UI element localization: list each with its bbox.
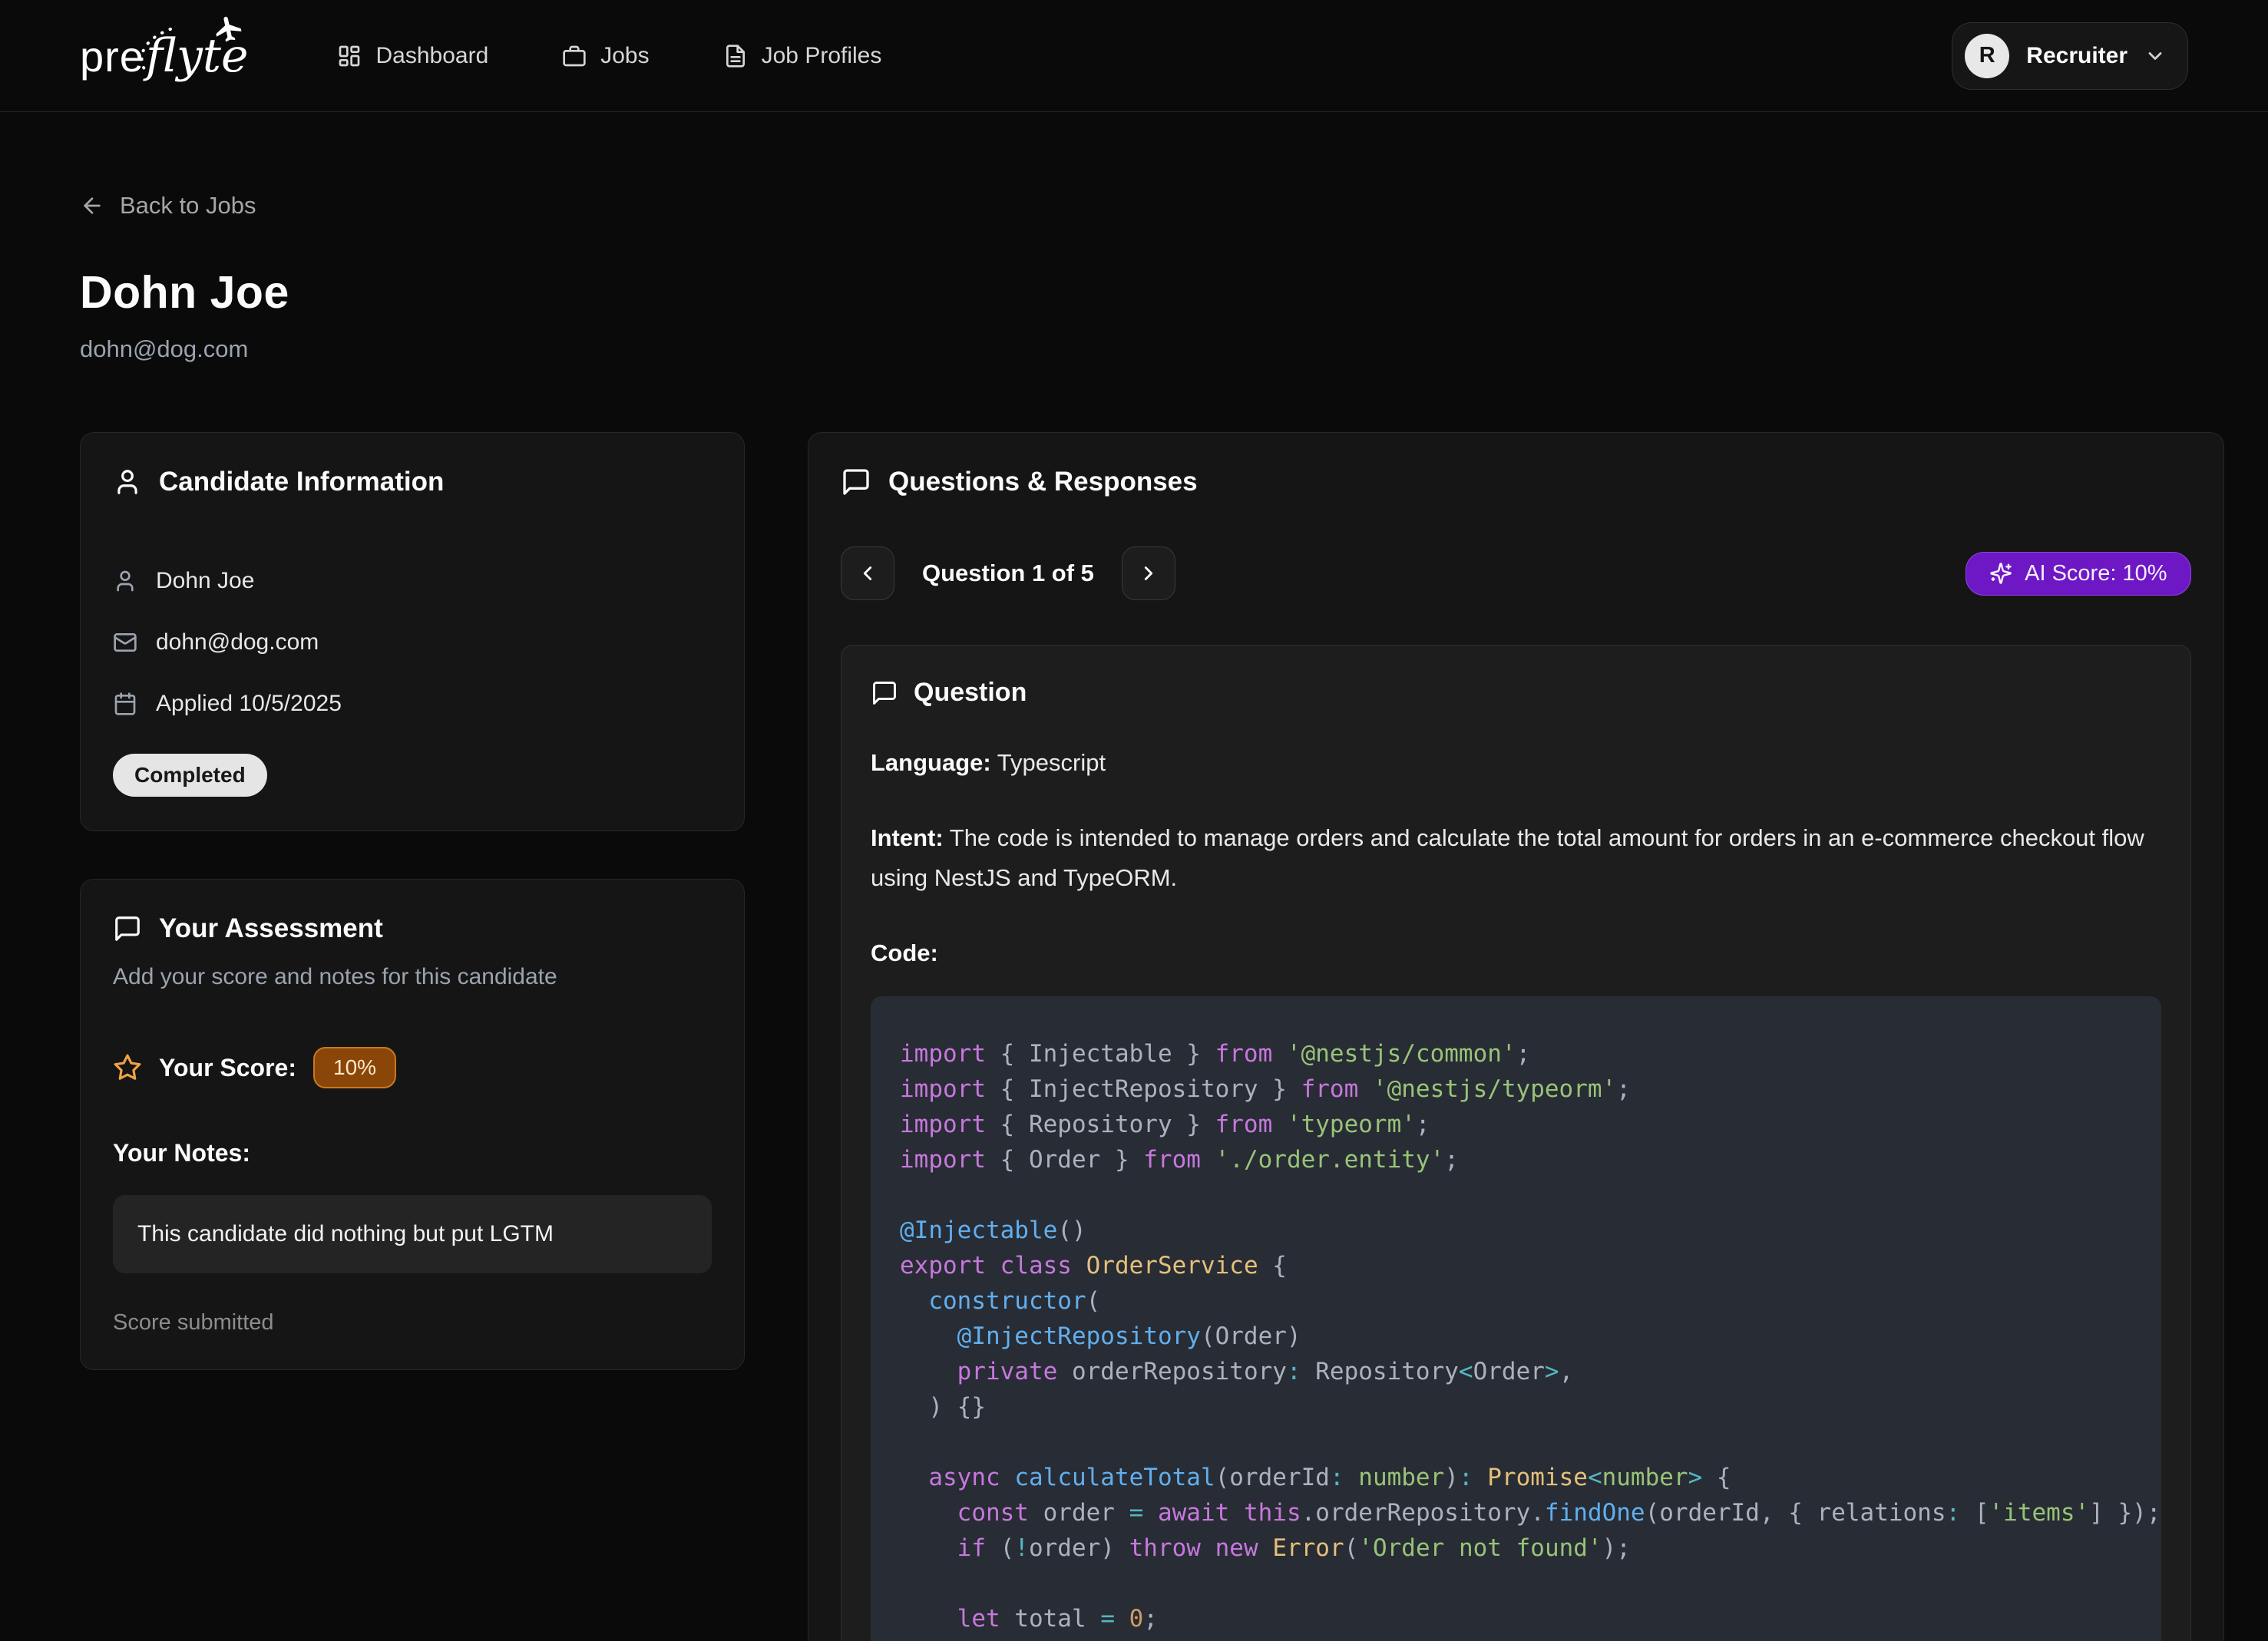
score-submitted-status: Score submitted xyxy=(113,1310,712,1336)
next-question-button[interactable] xyxy=(1122,546,1175,600)
back-link-label: Back to Jobs xyxy=(120,192,256,220)
page-title: Dohn Joe xyxy=(80,266,2188,319)
notes-input[interactable]: This candidate did nothing but put LGTM xyxy=(113,1195,712,1273)
message-square-icon xyxy=(113,914,142,943)
nav-item-jobs[interactable]: Jobs xyxy=(562,43,649,69)
card-title: Your Assessment xyxy=(159,913,383,944)
code-label: Code: xyxy=(871,933,2161,973)
nav-label: Jobs xyxy=(600,43,649,69)
previous-question-button[interactable] xyxy=(841,546,894,600)
left-column: Candidate Information Dohn Joe dohn@dog.… xyxy=(80,432,745,1370)
star-icon xyxy=(113,1053,142,1082)
candidate-email-row: dohn@dog.com xyxy=(113,629,712,655)
nav-label: Job Profiles xyxy=(762,43,882,69)
language-label: Language: xyxy=(871,749,991,776)
intent-line: Intent: The code is intended to manage o… xyxy=(871,818,2145,898)
applied-date: Applied 10/5/2025 xyxy=(156,691,342,717)
nav-item-job-profiles[interactable]: Job Profiles xyxy=(723,43,882,69)
applied-date-row: Applied 10/5/2025 xyxy=(113,691,712,717)
brand-logo[interactable]: pre flyte xyxy=(80,29,248,83)
page-content: Back to Jobs Dohn Joe dohn@dog.com Candi… xyxy=(0,112,2268,1641)
question-card: Question Language: Typescript Intent: Th… xyxy=(841,645,2191,1641)
chevron-right-icon xyxy=(1137,562,1160,585)
score-value-badge: 10% xyxy=(313,1047,396,1088)
chevron-left-icon xyxy=(856,562,879,585)
ai-score-label: AI Score: 10% xyxy=(2025,561,2167,586)
candidate-email-subtitle: dohn@dog.com xyxy=(80,335,2188,363)
back-to-jobs-link[interactable]: Back to Jobs xyxy=(80,192,256,220)
nav-label: Dashboard xyxy=(375,43,488,69)
your-score-row: Your Score: 10% xyxy=(113,1047,712,1088)
arrow-left-icon xyxy=(80,193,104,218)
airplane-icon xyxy=(211,12,245,46)
ai-score-badge: AI Score: 10% xyxy=(1965,552,2190,596)
card-title: Candidate Information xyxy=(159,467,444,497)
user-role-label: Recruiter xyxy=(2026,43,2127,69)
notes-label: Your Notes: xyxy=(113,1139,712,1167)
user-icon xyxy=(113,569,137,593)
main-nav: Dashboard Jobs Job Profiles xyxy=(337,43,881,69)
message-square-icon xyxy=(871,679,898,707)
candidate-name: Dohn Joe xyxy=(156,568,254,594)
language-line: Language: Typescript xyxy=(871,743,2161,783)
nav-item-dashboard[interactable]: Dashboard xyxy=(337,43,488,69)
question-pager: Question 1 of 5 AI Score: 10% xyxy=(841,546,2191,600)
intent-value: The code is intended to manage orders an… xyxy=(871,824,2144,891)
sparkles-icon xyxy=(1989,562,2012,585)
message-square-icon xyxy=(841,467,871,497)
candidate-name-row: Dohn Joe xyxy=(113,568,712,594)
assessment-subtitle: Add your score and notes for this candid… xyxy=(113,964,712,990)
briefcase-icon xyxy=(562,44,587,68)
logo-trail-decoration xyxy=(123,25,180,74)
avatar: R xyxy=(1965,34,2009,78)
user-menu-button[interactable]: R Recruiter xyxy=(1952,22,2188,90)
mail-icon xyxy=(113,630,137,655)
your-assessment-card: Your Assessment Add your score and notes… xyxy=(80,879,745,1370)
chevron-down-icon xyxy=(2144,45,2166,67)
file-text-icon xyxy=(723,44,748,68)
dashboard-icon xyxy=(337,44,362,68)
candidate-information-card: Candidate Information Dohn Joe dohn@dog.… xyxy=(80,432,745,831)
question-title: Question xyxy=(914,678,1027,708)
score-label: Your Score: xyxy=(159,1054,296,1082)
status-badge: Completed xyxy=(113,754,267,797)
calendar-icon xyxy=(113,692,137,716)
candidate-email: dohn@dog.com xyxy=(156,629,319,655)
pager-label: Question 1 of 5 xyxy=(922,560,1094,587)
intent-label: Intent: xyxy=(871,824,944,851)
panel-title: Questions & Responses xyxy=(888,467,1198,497)
language-value: Typescript xyxy=(991,749,1106,776)
questions-responses-panel: Questions & Responses Question 1 of 5 xyxy=(808,432,2224,1641)
user-icon xyxy=(113,467,142,497)
topbar: pre flyte Dashboard Jobs Job Profiles R … xyxy=(0,0,2268,112)
code-block[interactable]: import { Injectable } from '@nestjs/comm… xyxy=(871,996,2161,1641)
